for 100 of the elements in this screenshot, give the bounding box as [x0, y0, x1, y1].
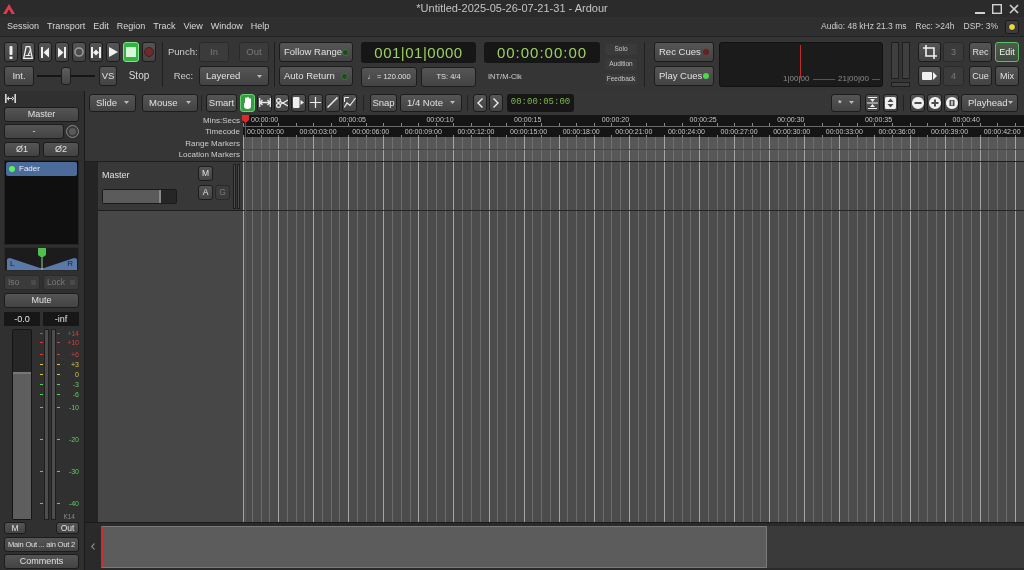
stretch-tool-button[interactable] — [308, 93, 323, 112]
header-toggle[interactable]: A — [198, 185, 213, 200]
punch-label: Punch: — [168, 47, 199, 57]
window-tab[interactable]: Rec — [969, 42, 992, 62]
play-button[interactable] — [106, 42, 120, 62]
gain-display[interactable]: -0.0 — [4, 312, 40, 326]
record-mode-dropdown[interactable]: Layered — [199, 66, 269, 86]
clip-button[interactable] — [918, 66, 941, 86]
chevron-left-icon — [91, 543, 95, 550]
range-markers-ruler[interactable] — [243, 137, 1024, 149]
nudge-forward-button[interactable] — [489, 93, 503, 112]
menu-item[interactable]: Window — [206, 22, 247, 31]
summary-pane[interactable] — [101, 525, 767, 568]
edit-mode-dropdown[interactable]: Slide — [89, 93, 136, 112]
int-button[interactable]: Int. — [4, 66, 34, 86]
ruler-label: Mins:Secs — [203, 116, 240, 125]
vs-button[interactable]: VS — [99, 66, 117, 86]
play-range-button[interactable] — [89, 42, 103, 62]
draw-tool-button[interactable] — [325, 93, 340, 112]
visible-tracks-dropdown[interactable]: * — [831, 93, 861, 112]
bbt-clock[interactable]: 001|01|0000 — [361, 42, 476, 63]
menu-item[interactable]: Transport — [43, 22, 90, 31]
metronome-button[interactable] — [21, 42, 35, 62]
menu-item[interactable]: View — [179, 22, 207, 31]
cue-toggle[interactable]: Play Cues — [654, 66, 714, 86]
panic-button[interactable] — [4, 42, 18, 62]
polarity-button[interactable]: Ø1 — [4, 142, 40, 157]
slider-thumb[interactable] — [61, 67, 71, 85]
cut-tool-button[interactable] — [274, 93, 289, 112]
edit-point-dropdown[interactable]: Mouse — [142, 93, 198, 112]
crop-icon — [922, 45, 937, 59]
polarity-button[interactable]: Ø2 — [43, 142, 79, 157]
ardour-logo-icon — [3, 4, 15, 14]
menu-item[interactable]: Track — [149, 22, 180, 31]
zoom-in-button[interactable] — [927, 93, 942, 112]
zoom-to-session-button[interactable] — [944, 93, 959, 112]
window-tab[interactable]: Edit — [995, 42, 1019, 62]
menu-item[interactable]: Edit — [89, 22, 113, 31]
status-led-icon[interactable] — [1005, 19, 1019, 34]
comments-button[interactable]: Comments — [4, 554, 79, 569]
playhead-marker-icon[interactable] — [242, 115, 249, 123]
range-tool-button[interactable] — [257, 93, 272, 112]
input-button[interactable]: - — [4, 124, 64, 139]
go-to-start-button[interactable] — [38, 42, 52, 62]
zoom-out-button[interactable] — [910, 93, 925, 112]
zoom-out-icon — [911, 96, 924, 109]
shuttle-slider[interactable] — [37, 66, 95, 86]
mute-button[interactable]: Mute — [4, 293, 79, 308]
menu-item[interactable]: Region — [112, 22, 150, 31]
caret-icon — [124, 101, 129, 104]
knob-icon[interactable] — [66, 125, 79, 138]
menu-item[interactable]: Help — [246, 22, 274, 31]
grab-tool-button[interactable] — [240, 93, 255, 112]
expand-tracks-button[interactable] — [883, 93, 898, 112]
mini-timeline[interactable]: 1|00|00 21|00|00 — [719, 42, 883, 87]
go-to-end-button[interactable] — [55, 42, 69, 62]
metronome-icon — [23, 45, 33, 59]
shrink-tracks-button[interactable] — [865, 93, 880, 112]
close-icon[interactable] — [1009, 4, 1019, 14]
stop-button[interactable] — [123, 42, 139, 62]
expand-icon — [885, 96, 896, 109]
processor-box[interactable]: Fader — [4, 160, 79, 245]
maximize-icon[interactable] — [992, 4, 1002, 14]
strip-name-button[interactable]: Master — [4, 107, 79, 122]
content-tool-button[interactable] — [291, 93, 306, 112]
crop-button[interactable] — [918, 42, 941, 62]
grid-dropdown[interactable]: 1/4 Note — [400, 93, 462, 112]
header-toggle[interactable]: M — [198, 166, 213, 181]
pan-shape-icon — [7, 258, 77, 270]
loop-button[interactable] — [72, 42, 86, 62]
fader-track[interactable] — [12, 329, 32, 520]
panner[interactable]: L R — [4, 247, 79, 271]
zoom-to-session-icon — [945, 96, 958, 109]
peak-display[interactable]: -inf — [43, 312, 79, 326]
window-tab[interactable]: Cue — [969, 66, 992, 86]
snap-button[interactable]: Snap — [370, 93, 397, 112]
caret-icon — [849, 101, 854, 104]
caret-icon — [450, 101, 455, 104]
menu-item[interactable]: Session — [3, 22, 44, 31]
meter-point-button[interactable]: M — [4, 522, 26, 534]
zoom-focus-dropdown[interactable]: Playhead — [961, 93, 1018, 112]
ruler-label: Location Markers — [178, 151, 240, 160]
internal-edit-button[interactable] — [342, 93, 357, 112]
nudge-back-button[interactable] — [473, 93, 487, 112]
processor-item[interactable]: Fader — [6, 162, 77, 176]
timecode-clock[interactable]: 00:00:00:00 — [484, 42, 600, 63]
output-button[interactable]: Out — [56, 522, 79, 534]
location-markers-ruler[interactable] — [243, 149, 1024, 161]
width-icon[interactable] — [5, 94, 16, 103]
editor-canvas[interactable] — [243, 162, 1024, 522]
track-meter-drawing — [233, 164, 241, 209]
zoom-in-icon — [928, 96, 941, 109]
cue-toggle[interactable]: Rec Cues — [654, 42, 714, 62]
smart-mode-button[interactable]: Smart — [206, 93, 237, 112]
pan-thumb-icon[interactable] — [37, 248, 46, 270]
option-toggle[interactable]: Auto Return — [279, 66, 353, 86]
nudge-clock[interactable]: 00:00:05:00 — [507, 93, 574, 112]
option-toggle[interactable]: Follow Range — [279, 42, 353, 62]
track-fader[interactable] — [102, 189, 177, 204]
window-tab[interactable]: Mix — [995, 66, 1019, 86]
